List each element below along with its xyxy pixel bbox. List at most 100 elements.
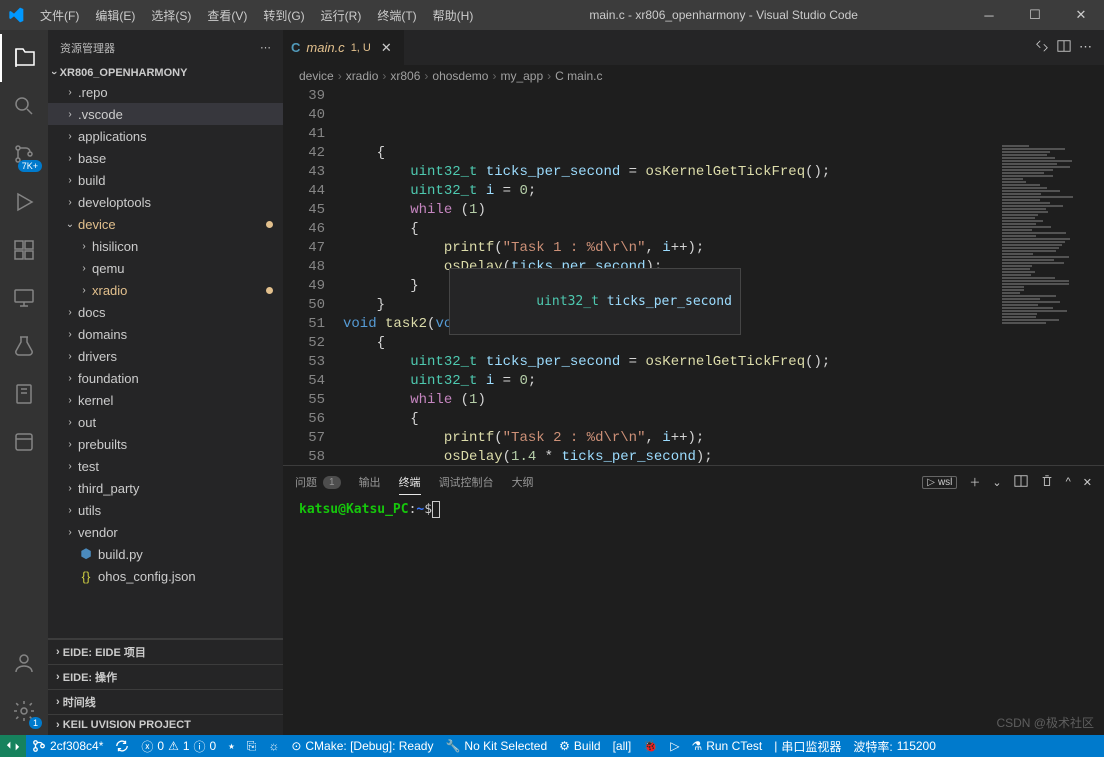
extensions-icon[interactable] [0,226,48,274]
close-panel-icon[interactable]: ✕ [1083,476,1092,489]
status-icon-2[interactable]: ⎘ [241,735,263,757]
code-line-39[interactable]: { [343,144,1104,163]
breadcrumb-item[interactable]: device [299,69,334,83]
section-EIDE: 操作[interactable]: EIDE: 操作 [48,664,283,689]
tree-item-foundation[interactable]: ›foundation [48,367,283,389]
remote-indicator[interactable] [0,735,26,757]
build-target[interactable]: [all] [607,735,638,757]
close-button[interactable]: ✕ [1058,0,1104,30]
kill-terminal-icon[interactable] [1040,474,1054,491]
kit-status[interactable]: 🔧 No Kit Selected [439,735,553,757]
code-content[interactable]: uint32_t ticks_per_second { uint32_t tic… [343,87,1104,465]
section-EIDE: EIDE 项目[interactable]: EIDE: EIDE 项目 [48,639,283,664]
tree-item-out[interactable]: ›out [48,411,283,433]
code-line-42[interactable]: while (1) [343,201,1104,220]
tree-item-.vscode[interactable]: ›.vscode [48,103,283,125]
source-control-icon[interactable]: 7K+ [0,130,48,178]
code-line-54[interactable]: printf("Task 2 : %d\r\n", i++); [343,429,1104,448]
menu-编辑(E)[interactable]: 编辑(E) [87,3,143,28]
code-line-49[interactable]: { [343,334,1104,353]
tree-item-ohos_config.json[interactable]: {}ohos_config.json [48,565,283,587]
compare-icon[interactable] [1035,39,1049,56]
tree-item-kernel[interactable]: ›kernel [48,389,283,411]
git-branch[interactable]: 2cf308c4* [26,735,109,757]
tree-item-test[interactable]: ›test [48,455,283,477]
serial-monitor[interactable]: | 串口监视器 [768,735,847,757]
debug-console-tab[interactable]: 调试控制台 [439,470,494,494]
baud-rate[interactable]: 波特率: 115200 [847,735,942,757]
settings-icon[interactable]: 1 [0,687,48,735]
menu-选择(S)[interactable]: 选择(S) [143,3,199,28]
terminal-dropdown-icon[interactable]: ⌄ [992,476,1001,489]
tree-item-prebuilts[interactable]: ›prebuilts [48,433,283,455]
maximize-button[interactable]: ☐ [1012,0,1058,30]
menu-转到(G)[interactable]: 转到(G) [255,3,312,28]
remote-explorer-icon[interactable] [0,274,48,322]
explorer-icon[interactable] [0,34,48,82]
tree-item-qemu[interactable]: ›qemu [48,257,283,279]
code-line-52[interactable]: while (1) [343,391,1104,410]
search-icon[interactable] [0,82,48,130]
code-line-55[interactable]: osDelay(1.4 * ticks_per_second); [343,448,1104,465]
code-line-44[interactable]: printf("Task 1 : %d\r\n", i++); [343,239,1104,258]
breadcrumbs[interactable]: device›xradio›xr806›ohosdemo›my_app›C ma… [283,65,1104,87]
breadcrumb-item[interactable]: xr806 [390,69,420,83]
debug-button[interactable]: 🐞 [637,735,664,757]
terminal-profile-label[interactable]: ▷wsl [922,476,957,489]
testing-icon[interactable] [0,322,48,370]
ctest-button[interactable]: ⚗ Run CTest [685,735,768,757]
outline-tab[interactable]: 大纲 [512,470,534,494]
problems-tab[interactable]: 问题1 [295,470,341,494]
breadcrumb-item[interactable]: xradio [346,69,379,83]
cmake-status[interactable]: ⊙ CMake: [Debug]: Ready [285,735,439,757]
menu-查看(V)[interactable]: 查看(V) [199,3,255,28]
eide-icon[interactable] [0,418,48,466]
minimize-button[interactable]: ─ [966,0,1012,30]
bookmark-icon[interactable] [0,370,48,418]
tree-item-hisilicon[interactable]: ›hisilicon [48,235,283,257]
tree-item-xradio[interactable]: ›xradio [48,279,283,301]
menu-帮助(H)[interactable]: 帮助(H) [425,3,482,28]
tree-item-build[interactable]: ›build [48,169,283,191]
tree-item-developtools[interactable]: ›developtools [48,191,283,213]
tree-item-domains[interactable]: ›domains [48,323,283,345]
code-editor[interactable]: 3940414243444546474849505152535455565758… [283,87,1104,465]
minimap[interactable] [1000,144,1090,324]
section-时间线[interactable]: 时间线 [48,689,283,714]
maximize-panel-icon[interactable]: ^ [1066,476,1071,488]
problems-status[interactable]: ⓧ 0 ⚠ 1 ⓘ 0 [135,735,222,757]
terminal-tab[interactable]: 终端 [399,470,421,495]
tree-item-.repo[interactable]: ›.repo [48,81,283,103]
terminal-body[interactable]: katsu@Katsu_PC:~$ [283,498,1104,735]
tree-item-utils[interactable]: ›utils [48,499,283,521]
code-line-40[interactable]: uint32_t ticks_per_second = osKernelGetT… [343,163,1104,182]
code-line-43[interactable]: { [343,220,1104,239]
run-debug-icon[interactable] [0,178,48,226]
sync-button[interactable] [109,735,135,757]
section-KEIL UVISION PROJECT[interactable]: KEIL UVISION PROJECT [48,714,283,735]
split-editor-icon[interactable] [1057,39,1071,56]
code-line-41[interactable]: uint32_t i = 0; [343,182,1104,201]
output-tab[interactable]: 输出 [359,470,381,494]
tree-item-applications[interactable]: ›applications [48,125,283,147]
run-button[interactable]: ▷ [664,735,685,757]
code-line-51[interactable]: uint32_t i = 0; [343,372,1104,391]
breadcrumb-item[interactable]: C main.c [555,69,602,83]
tree-item-vendor[interactable]: ›vendor [48,521,283,543]
build-button[interactable]: ⚙ Build [553,735,606,757]
status-icon-1[interactable]: ⭑ [222,735,240,757]
tree-item-build.py[interactable]: ⬢build.py [48,543,283,565]
breadcrumb-item[interactable]: ohosdemo [432,69,488,83]
breadcrumb-item[interactable]: my_app [500,69,543,83]
status-icon-3[interactable]: ☼ [262,735,285,757]
more-actions-icon[interactable]: ⋯ [1079,39,1092,56]
new-terminal-icon[interactable]: ＋ [969,474,980,490]
menu-文件(F)[interactable]: 文件(F) [32,3,87,28]
menu-运行(R)[interactable]: 运行(R) [313,3,370,28]
tree-item-device[interactable]: ⌄device [48,213,283,235]
account-icon[interactable] [0,639,48,687]
split-terminal-icon[interactable] [1014,474,1028,491]
tab-close-icon[interactable]: ✕ [377,40,396,56]
tree-item-drivers[interactable]: ›drivers [48,345,283,367]
project-section-header[interactable]: XR806_OPENHARMONY [48,65,283,81]
